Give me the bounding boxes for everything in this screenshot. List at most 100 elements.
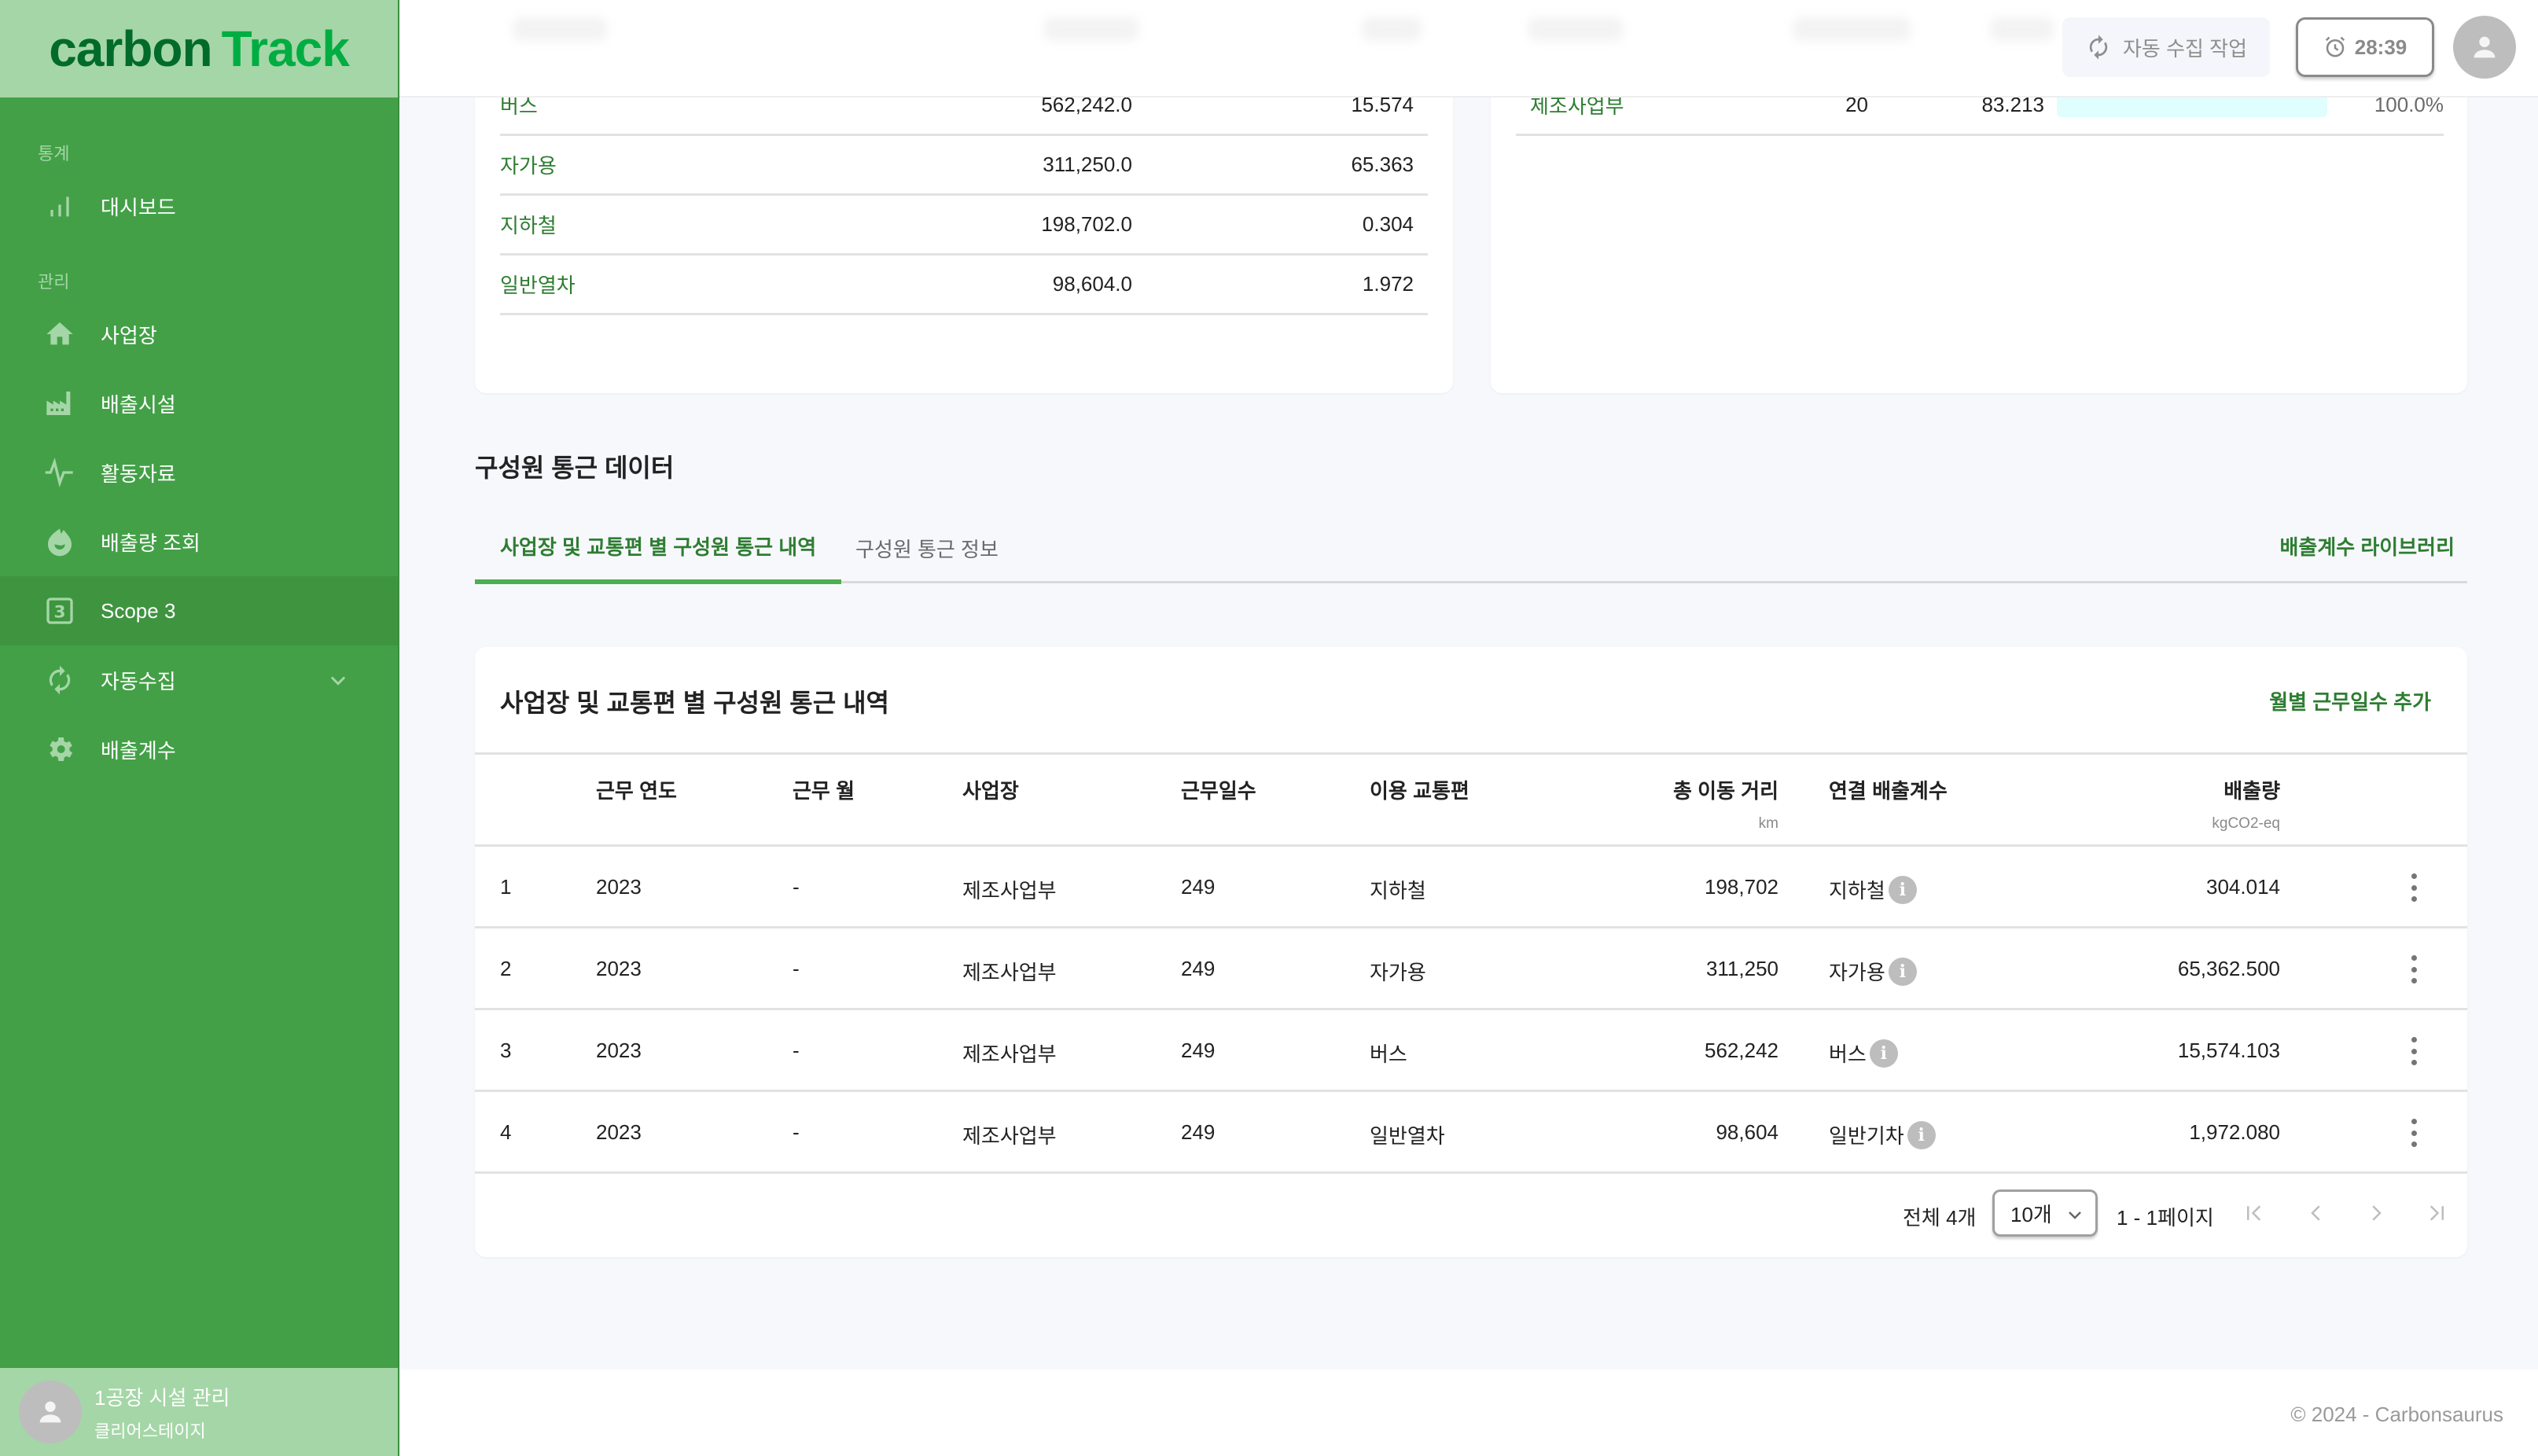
auto-collect-label: 자동 수집 작업 — [2123, 36, 2247, 61]
gear-icon — [42, 732, 77, 767]
cell-site: 제조사업부 — [962, 1124, 1057, 1148]
first-page-icon[interactable] — [2239, 1197, 2271, 1229]
sidebar-item-dashboard[interactable]: 대시보드 — [0, 171, 398, 241]
cell-workdays: 249 — [1181, 875, 1216, 899]
transport-mode-link[interactable]: 지하철 — [500, 210, 557, 239]
more-vert-icon[interactable] — [2406, 1034, 2422, 1068]
column-header[interactable]: 사업장 — [962, 775, 1019, 804]
table-row[interactable]: 2 2023 - 제조사업부 249 자가용 311,250 자가용 i 65,3… — [475, 928, 2467, 1010]
factor-label: 일반기차 — [1829, 1124, 1904, 1148]
section-title: 구성원 통근 데이터 — [475, 454, 675, 482]
tab-commute-by-site-transport[interactable]: 사업장 및 교통편 별 구성원 통근 내역 — [475, 513, 842, 584]
scope3-icon: 3 — [42, 594, 77, 628]
distance-value: 98,604.0 — [1052, 272, 1132, 296]
session-timer-button[interactable]: 28:39 — [2296, 17, 2434, 77]
sidebar-item-auto-collect[interactable]: 자동수집 — [0, 645, 398, 715]
page-size-select[interactable]: 10개 — [1992, 1189, 2098, 1237]
total-count: 전체 4개 — [1903, 1206, 1977, 1230]
column-header[interactable]: 배출량 kgCO2-eq — [2212, 775, 2280, 833]
cell-distance: 311,250 — [1705, 957, 1778, 980]
brand-part1: carbon — [49, 20, 212, 77]
summary-row: 일반열차 98,604.0 1.972 — [500, 256, 1428, 315]
row-number: 1 — [500, 875, 512, 899]
tab-bar: 사업장 및 교통편 별 구성원 통근 내역 구성원 통근 정보 배출계수 라이브… — [475, 513, 2467, 584]
sidebar-item-label: 대시보드 — [101, 195, 176, 219]
cell-transport: 자가용 — [1370, 961, 1426, 984]
cell-year: 2023 — [596, 1120, 642, 1144]
brand-part2: Track — [221, 20, 350, 77]
table-row[interactable]: 1 2023 - 제조사업부 249 지하철 198,702 지하철 i 304.… — [475, 847, 2467, 928]
column-header[interactable]: 근무 연도 — [596, 775, 677, 804]
person-icon — [2474, 36, 2496, 58]
sidebar-item-emissions[interactable]: 배출량 조회 — [0, 507, 398, 576]
user-profile[interactable]: 1공장 시설 관리 클리어스테이지 — [0, 1368, 398, 1456]
factory-icon — [42, 386, 77, 421]
auto-collect-jobs-button[interactable]: 자동 수집 작업 — [2062, 17, 2270, 77]
sidebar-item-label: Scope 3 — [101, 598, 176, 623]
sidebar-item-scope3[interactable]: 3 Scope 3 — [0, 576, 398, 645]
transport-mode-link[interactable]: 일반열차 — [500, 270, 576, 299]
blurred-header-text — [1991, 17, 2054, 41]
blurred-header-text — [1362, 17, 1422, 41]
cell-month: - — [793, 875, 800, 899]
page-size-value: 10개 — [2010, 1202, 2052, 1226]
person-icon — [39, 1401, 61, 1423]
column-header[interactable]: 근무 월 — [793, 775, 855, 804]
info-icon[interactable]: i — [1888, 958, 1917, 987]
column-header-label: 총 이동 거리 — [1672, 779, 1778, 803]
svg-text:3: 3 — [53, 602, 65, 622]
next-page-icon[interactable] — [2360, 1197, 2392, 1229]
cell-site: 제조사업부 — [962, 961, 1057, 984]
transport-mode-link[interactable]: 자가용 — [500, 150, 557, 179]
distance-value: 311,250.0 — [1043, 153, 1132, 176]
cell-year: 2023 — [596, 957, 642, 980]
sidebar-item-emission-factors[interactable]: 배출계수 — [0, 715, 398, 784]
factor-label: 버스 — [1829, 1042, 1867, 1066]
table-title: 사업장 및 교통편 별 구성원 통근 내역 — [500, 689, 889, 717]
cell-factor: 지하철 i — [1829, 875, 1917, 905]
cell-transport: 지하철 — [1370, 879, 1426, 903]
cell-factor: 버스 i — [1829, 1039, 1898, 1068]
column-header[interactable]: 연결 배출계수 — [1829, 775, 1948, 804]
add-monthly-workdays-button[interactable]: 월별 근무일수 추가 — [2269, 686, 2431, 715]
activity-icon — [42, 455, 77, 490]
cell-factor: 자가용 i — [1829, 957, 1917, 987]
summary-row: 자가용 311,250.0 65.363 — [500, 136, 1428, 196]
last-page-icon[interactable] — [2420, 1197, 2452, 1229]
sidebar-item-activity[interactable]: 활동자료 — [0, 438, 398, 507]
more-vert-icon[interactable] — [2406, 870, 2422, 905]
sidebar-item-facilities[interactable]: 배출시설 — [0, 369, 398, 438]
cell-site: 제조사업부 — [962, 879, 1057, 903]
info-icon[interactable]: i — [1888, 876, 1917, 905]
cell-site: 제조사업부 — [962, 1042, 1057, 1066]
column-header[interactable]: 이용 교통편 — [1370, 775, 1469, 804]
previous-page-icon[interactable] — [2301, 1197, 2332, 1229]
cell-transport: 버스 — [1370, 1042, 1407, 1066]
more-vert-icon[interactable] — [2406, 952, 2422, 987]
more-vert-icon[interactable] — [2406, 1116, 2422, 1150]
chevron-down-icon[interactable] — [327, 669, 349, 697]
cell-transport: 일반열차 — [1370, 1124, 1445, 1148]
emission-factor-library-link[interactable]: 배출계수 라이브러리 — [2279, 513, 2455, 579]
cell-factor: 일반기차 i — [1829, 1120, 1936, 1150]
brand-logo[interactable]: carbon Track — [0, 0, 398, 97]
column-header[interactable]: 근무일수 — [1181, 775, 1256, 804]
column-header[interactable]: 총 이동 거리 km — [1673, 775, 1778, 833]
fire-icon — [42, 524, 77, 559]
table-row[interactable]: 4 2023 - 제조사업부 249 일반열차 98,604 일반기차 i 1,9… — [475, 1092, 2467, 1174]
account-avatar-button[interactable] — [2453, 16, 2516, 79]
table-row[interactable]: 3 2023 - 제조사업부 249 버스 562,242 버스 i 15,574… — [475, 1010, 2467, 1092]
row-number: 2 — [500, 957, 512, 980]
tab-member-commute-info[interactable]: 구성원 통근 정보 — [830, 513, 1024, 583]
sidebar-item-label: 배출계수 — [101, 738, 176, 763]
sidebar-section-label: 통계 — [38, 144, 70, 164]
sidebar-item-sites[interactable]: 사업장 — [0, 300, 398, 369]
user-org: 클리어스테이지 — [94, 1421, 206, 1441]
summary-row: 지하철 198,702.0 0.304 — [500, 196, 1428, 256]
info-icon[interactable]: i — [1907, 1121, 1936, 1150]
blurred-header-text — [1044, 17, 1138, 41]
sync-icon — [2089, 35, 2108, 60]
bar-chart-icon — [42, 189, 77, 223]
column-header-label: 배출량 — [2224, 779, 2280, 803]
info-icon[interactable]: i — [1869, 1039, 1898, 1068]
